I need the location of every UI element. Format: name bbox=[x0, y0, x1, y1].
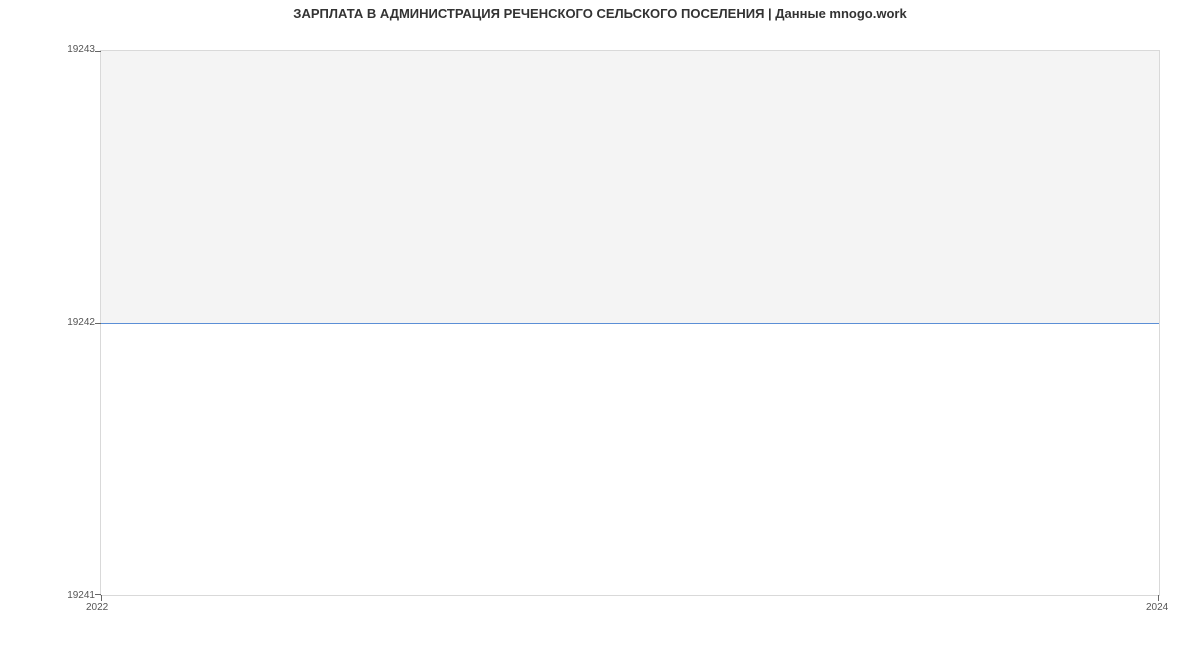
x-tick bbox=[1158, 595, 1159, 601]
x-tick-label: 2024 bbox=[1146, 602, 1168, 613]
plot-area bbox=[100, 50, 1160, 596]
y-tick-label: 19243 bbox=[55, 44, 95, 55]
series-area-fill bbox=[101, 51, 1159, 323]
x-tick-label: 2022 bbox=[86, 602, 108, 613]
y-tick-label: 19241 bbox=[55, 590, 95, 601]
x-tick bbox=[101, 595, 102, 601]
y-tick-label: 19242 bbox=[55, 317, 95, 328]
y-tick bbox=[95, 51, 101, 52]
chart-title: ЗАРПЛАТА В АДМИНИСТРАЦИЯ РЕЧЕНСКОГО СЕЛЬ… bbox=[0, 6, 1200, 21]
y-tick bbox=[95, 323, 101, 324]
series-line bbox=[101, 323, 1159, 324]
chart-container: ЗАРПЛАТА В АДМИНИСТРАЦИЯ РЕЧЕНСКОГО СЕЛЬ… bbox=[0, 0, 1200, 650]
